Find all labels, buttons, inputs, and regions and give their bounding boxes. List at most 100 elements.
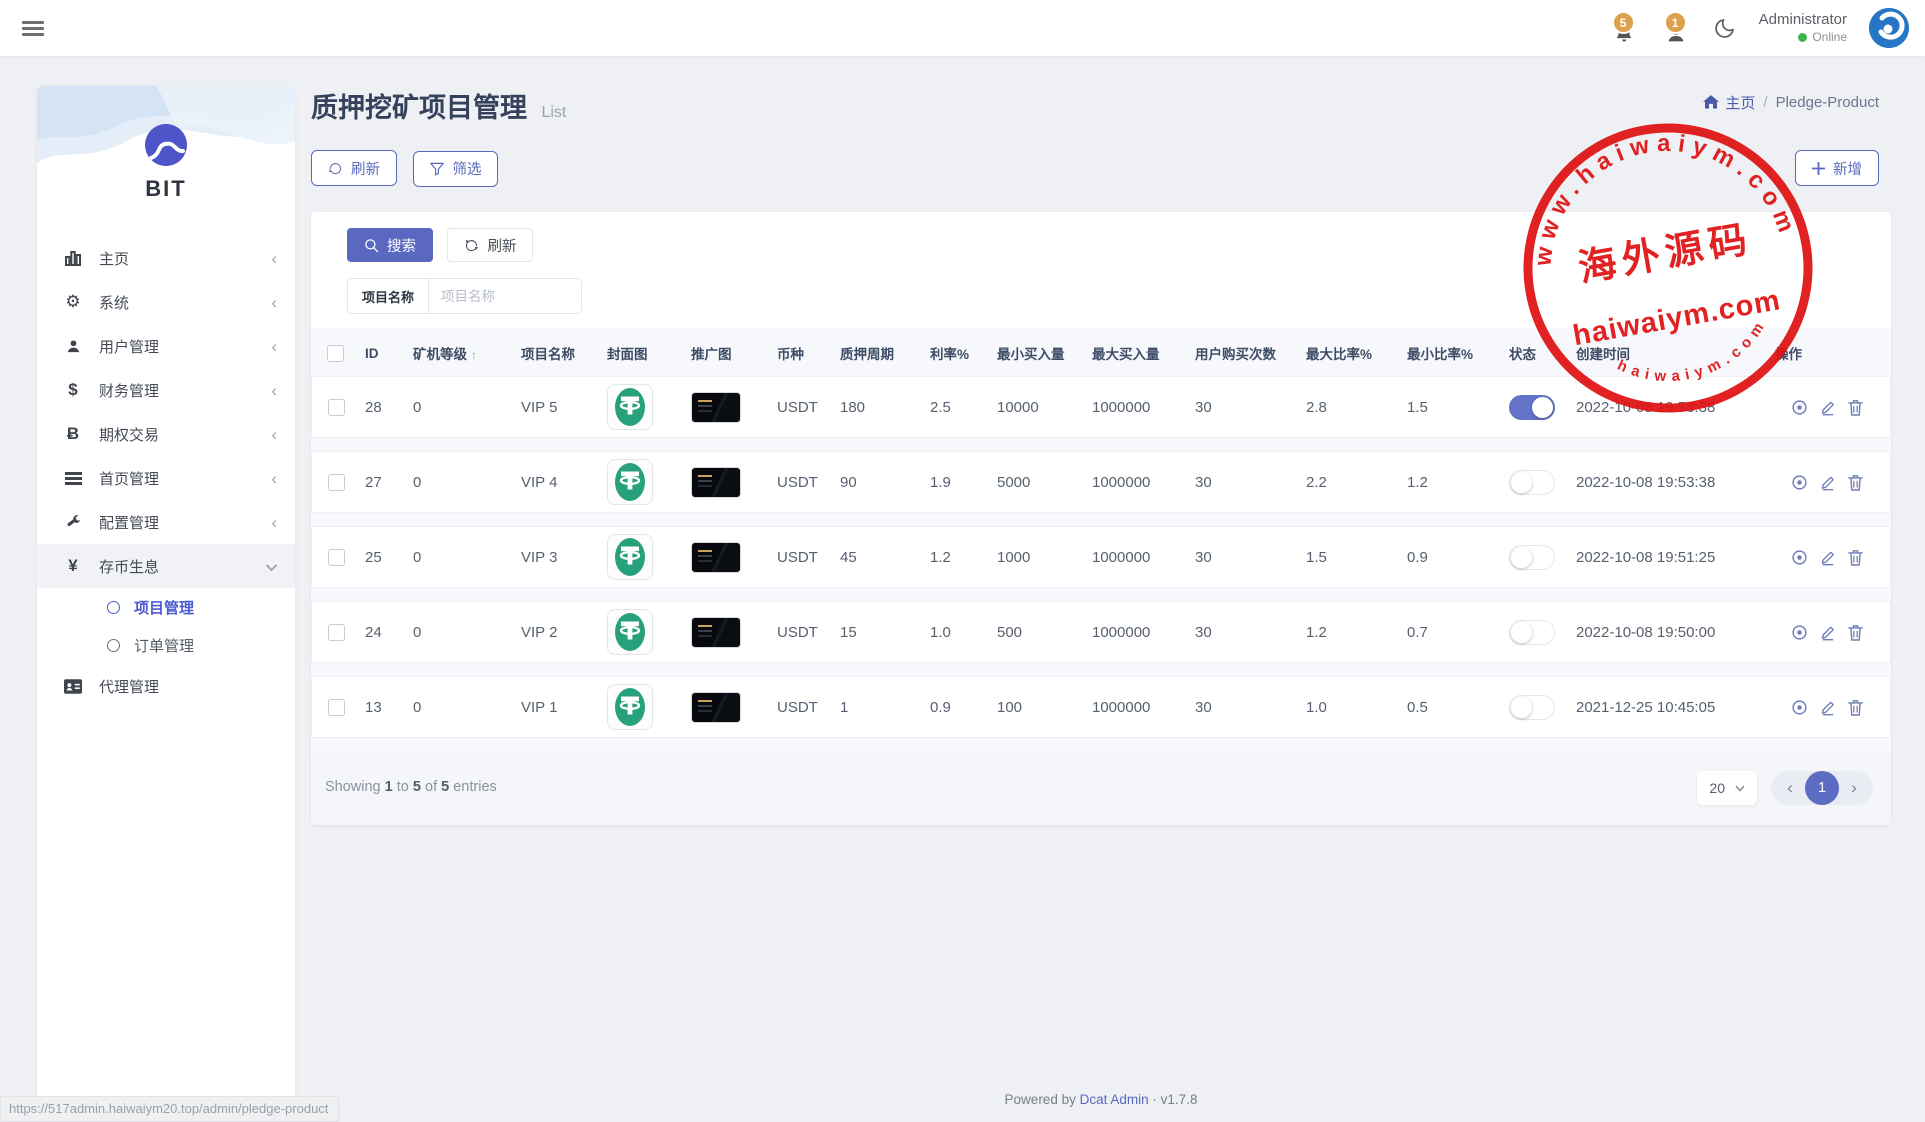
col-created: 创建时间 — [1568, 341, 1767, 363]
next-page-button[interactable]: › — [1839, 778, 1869, 798]
view-button[interactable] — [1791, 399, 1808, 416]
page-subtitle: List — [541, 104, 566, 121]
sidebar-item-homepage-manage[interactable]: 首页管理 ‹ — [37, 456, 295, 500]
cell-buy-times: 30 — [1187, 676, 1298, 738]
prev-page-button[interactable]: ‹ — [1775, 778, 1805, 798]
col-rate: 利率% — [922, 341, 989, 363]
col-max-ratio: 最大比率% — [1298, 341, 1399, 363]
cell-miner-level: 0 — [405, 676, 513, 738]
promo-image[interactable] — [691, 467, 741, 498]
trash-icon — [1848, 399, 1863, 416]
notifications-button[interactable]: 5 — [1609, 11, 1639, 45]
table-refresh-button[interactable]: 刷新 — [447, 228, 533, 262]
col-id: ID — [357, 341, 405, 363]
dcat-logo[interactable] — [1869, 8, 1909, 48]
search-button[interactable]: 搜索 — [347, 228, 433, 262]
breadcrumb-current: Pledge-Product — [1776, 94, 1879, 111]
status-toggle[interactable] — [1509, 395, 1555, 420]
create-button[interactable]: 新增 — [1795, 150, 1879, 186]
edit-button[interactable] — [1820, 474, 1836, 491]
col-miner-level[interactable]: 矿机等级↑ — [405, 341, 513, 363]
project-name-input[interactable] — [429, 279, 581, 313]
status-toggle[interactable] — [1509, 545, 1555, 570]
delete-button[interactable] — [1848, 624, 1863, 641]
view-button[interactable] — [1791, 699, 1808, 716]
sidebar-toggle-icon[interactable] — [22, 18, 44, 39]
edit-button[interactable] — [1820, 624, 1836, 641]
row-checkbox[interactable] — [328, 624, 345, 641]
sidebar-item-config[interactable]: 配置管理 ‹ — [37, 500, 295, 544]
cover-image[interactable] — [607, 384, 653, 430]
status-toggle[interactable] — [1509, 470, 1555, 495]
promo-image[interactable] — [691, 692, 741, 723]
chevron-left-icon: ‹ — [271, 426, 277, 443]
dark-mode-toggle[interactable] — [1713, 16, 1737, 40]
cell-created: 2022-10-08 19:51:25 — [1568, 526, 1767, 588]
status-toggle[interactable] — [1509, 695, 1555, 720]
sidebar-item-finance[interactable]: $ 财务管理 ‹ — [37, 368, 295, 412]
eye-icon — [1791, 624, 1808, 641]
refresh-button[interactable]: 刷新 — [311, 150, 397, 186]
cover-image[interactable] — [607, 684, 653, 730]
delete-button[interactable] — [1848, 699, 1863, 716]
status-toggle[interactable] — [1509, 620, 1555, 645]
page-size-select[interactable]: 20 — [1697, 771, 1757, 805]
bitcoin-icon: Ƀ — [63, 424, 83, 444]
sidebar-item-users[interactable]: 用户管理 ‹ — [37, 324, 295, 368]
entries-summary: Showing 1 to 5 of 5 entries — [325, 779, 497, 795]
promo-image[interactable] — [691, 542, 741, 573]
user-manage-icon — [63, 336, 83, 356]
sidebar-subitem-order-manage[interactable]: 订单管理 — [37, 626, 295, 664]
cell-period: 180 — [832, 376, 922, 438]
circle-icon — [107, 601, 120, 614]
edit-button[interactable] — [1820, 699, 1836, 716]
cell-rate: 2.5 — [922, 376, 989, 438]
edit-button[interactable] — [1820, 399, 1836, 416]
cover-image[interactable] — [607, 534, 653, 580]
trash-icon — [1848, 699, 1863, 716]
cover-image[interactable] — [607, 459, 653, 505]
row-checkbox[interactable] — [328, 399, 345, 416]
user-info[interactable]: Administrator Online — [1759, 11, 1847, 45]
sidebar-item-agent-manage[interactable]: 代理管理 — [37, 664, 295, 708]
view-button[interactable] — [1791, 624, 1808, 641]
dcat-logo-icon — [1869, 8, 1909, 48]
yen-icon: ¥ — [63, 556, 83, 576]
delete-button[interactable] — [1848, 399, 1863, 416]
sidebar-item-deposit-interest[interactable]: ¥ 存币生息 — [37, 544, 295, 588]
pencil-icon — [1820, 624, 1836, 641]
pencil-icon — [1820, 549, 1836, 566]
row-checkbox[interactable] — [328, 474, 345, 491]
sidebar-subitem-project-manage[interactable]: 项目管理 — [37, 588, 295, 626]
cell-period: 45 — [832, 526, 922, 588]
filter-button[interactable]: 筛选 — [413, 151, 498, 187]
cover-image[interactable] — [607, 609, 653, 655]
cell-max-ratio: 2.2 — [1298, 451, 1399, 513]
col-promo: 推广图 — [683, 341, 769, 363]
messages-button[interactable]: 1 — [1661, 11, 1691, 45]
select-all-checkbox[interactable] — [327, 345, 344, 362]
sort-asc-icon: ↑ — [471, 348, 477, 362]
gear-icon: ⚙ — [63, 292, 83, 312]
page-title: 质押挖矿项目管理 — [311, 86, 527, 125]
current-page-button[interactable]: 1 — [1805, 771, 1839, 805]
card-footer: Showing 1 to 5 of 5 entries 20 ‹ 1 › — [311, 753, 1891, 825]
list-bars-icon — [63, 468, 83, 488]
sidebar-item-home[interactable]: 主页 ‹ — [37, 236, 295, 280]
delete-button[interactable] — [1848, 474, 1863, 491]
promo-image[interactable] — [691, 392, 741, 423]
cell-buy-times: 30 — [1187, 451, 1298, 513]
row-checkbox[interactable] — [328, 549, 345, 566]
breadcrumb-home-link[interactable]: 主页 — [1703, 92, 1755, 113]
promo-image[interactable] — [691, 617, 741, 648]
tether-logo-icon — [613, 387, 647, 427]
dcat-admin-link[interactable]: Dcat Admin — [1080, 1092, 1149, 1107]
sidebar-item-system[interactable]: ⚙ 系统 ‹ — [37, 280, 295, 324]
edit-button[interactable] — [1820, 549, 1836, 566]
sidebar-item-options-trade[interactable]: Ƀ 期权交易 ‹ — [37, 412, 295, 456]
delete-button[interactable] — [1848, 549, 1863, 566]
view-button[interactable] — [1791, 549, 1808, 566]
cell-miner-level: 0 — [405, 451, 513, 513]
view-button[interactable] — [1791, 474, 1808, 491]
row-checkbox[interactable] — [328, 699, 345, 716]
